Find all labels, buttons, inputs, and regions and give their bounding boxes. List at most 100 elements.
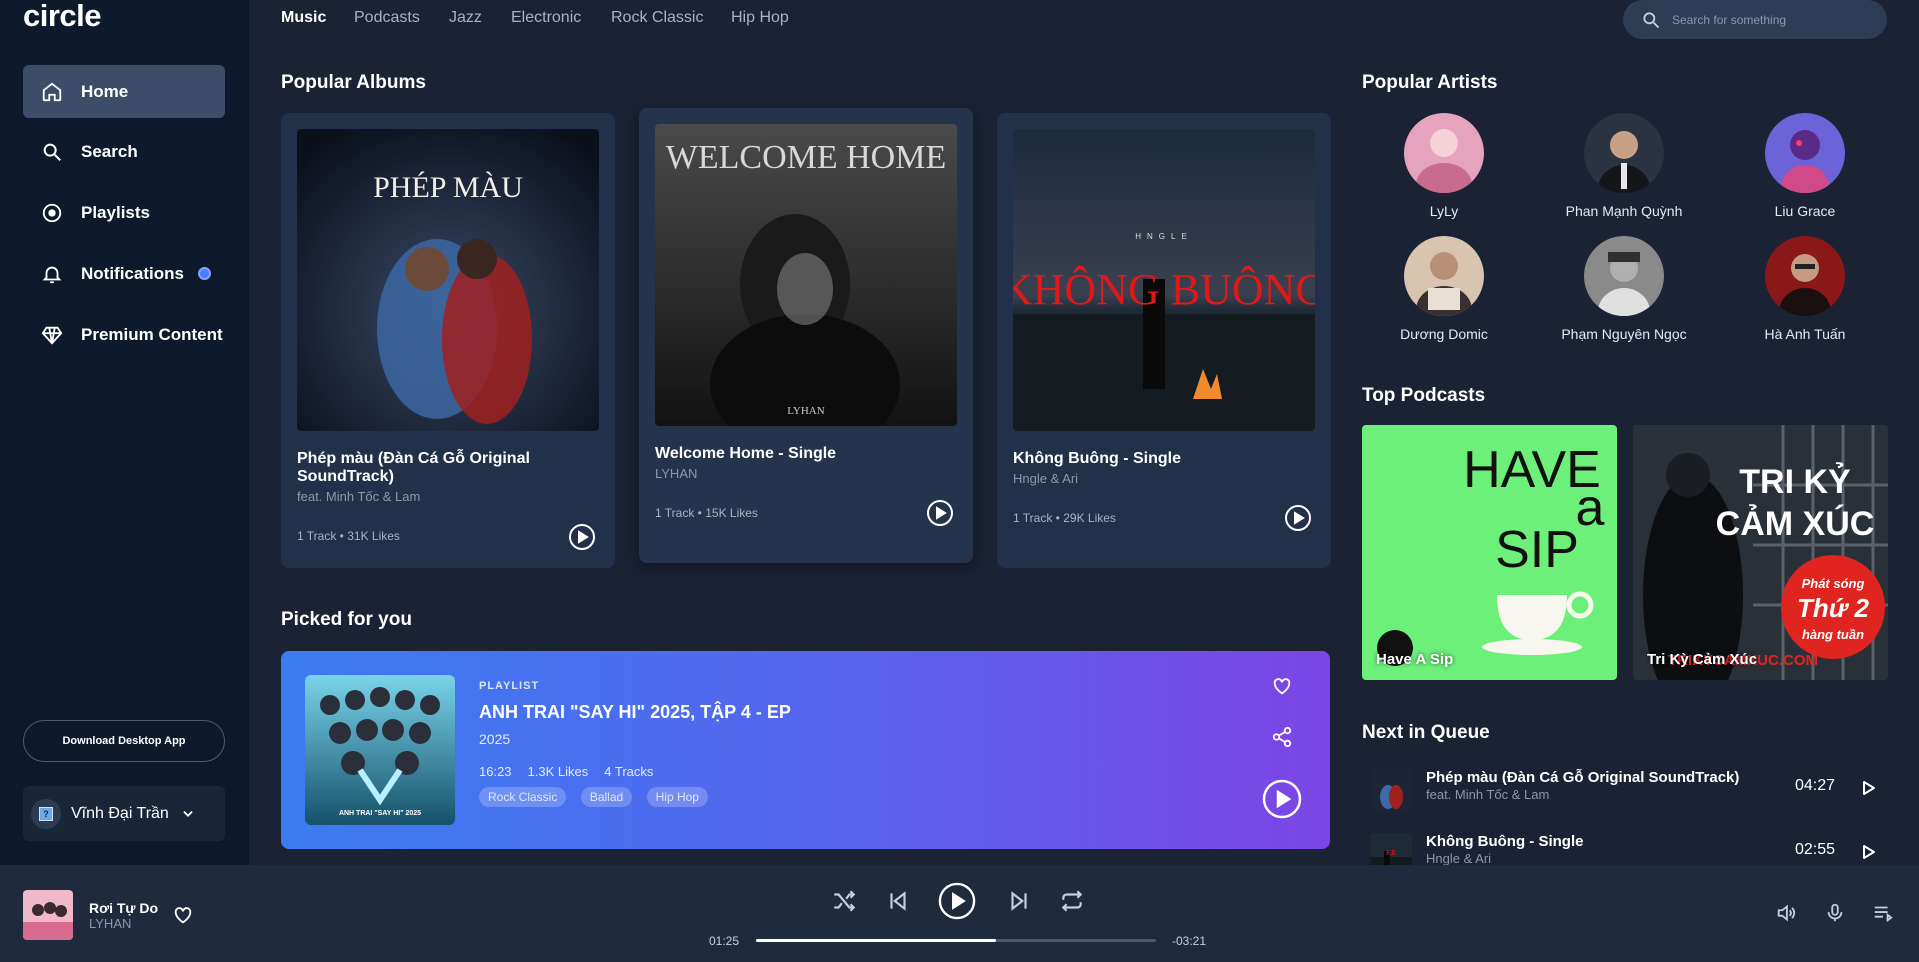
artist-name: Dương Domic [1400, 326, 1488, 342]
queue-title: Không Buông - Single [1426, 833, 1584, 850]
search-icon [43, 143, 61, 161]
app-logo[interactable]: circle [23, 0, 102, 32]
sidebar: circle Home Search Playlists Notificatio… [0, 0, 249, 865]
album-card[interactable]: WELCOME HOME LYHAN Welcome Home - Single… [639, 108, 973, 563]
cover-subtitle: LYHAN [787, 405, 824, 417]
playlist-cover: ANH TRAI "SAY HI" 2025 [305, 675, 455, 825]
artist-item[interactable]: Liu Grace [1715, 113, 1895, 219]
popular-albums-title: Popular Albums [281, 72, 426, 93]
popular-artists-title: Popular Artists [1362, 72, 1498, 93]
album-meta: 1 Track • 31K Likes [297, 529, 400, 543]
top-podcasts-title: Top Podcasts [1362, 385, 1486, 406]
heart-icon[interactable] [172, 904, 194, 926]
artist-name: Hà Anh Tuấn [1764, 326, 1846, 342]
queue-list-icon[interactable] [1872, 902, 1894, 924]
progress-fill [756, 939, 996, 942]
share-icon[interactable] [1271, 726, 1293, 748]
artist-name: LyLy [1429, 203, 1459, 219]
chevron-down-icon [183, 810, 193, 817]
play-icon[interactable] [1860, 780, 1876, 796]
queue-duration: 04:27 [1795, 777, 1836, 794]
cover-title: PHÉP MÀU [373, 171, 523, 204]
artist-name: Phạm Nguyên Ngọc [1561, 326, 1687, 342]
tab-electronic[interactable]: Electronic [511, 9, 581, 27]
cover-title: WELCOME HOME [666, 139, 946, 176]
album-card[interactable]: HNGLE KHÔNG BUÔNG Không Buông - Single H… [997, 113, 1331, 568]
tab-music[interactable]: Music [281, 9, 326, 27]
sidebar-item-search[interactable]: Search [23, 125, 225, 178]
tab-hip-hop[interactable]: Hip Hop [731, 9, 789, 27]
album-cover: PHÉP MÀU [297, 129, 599, 431]
search-icon [1643, 11, 1660, 28]
remaining-time: -03:21 [1172, 934, 1207, 948]
sidebar-item-label: Playlists [81, 202, 150, 222]
sidebar-item-home[interactable]: Home [23, 65, 225, 118]
sidebar-item-playlists[interactable]: Playlists [23, 186, 225, 239]
queue-duration: 02:55 [1795, 841, 1836, 858]
now-playing-cover [23, 890, 73, 940]
cover-title: ANH TRAI "SAY HI" 2025 [339, 810, 421, 817]
volume-icon[interactable] [1775, 902, 1797, 924]
progress-bar[interactable] [756, 939, 1156, 942]
next-icon[interactable] [1006, 888, 1032, 914]
podcast-badge-text: Phát sóng [1802, 576, 1865, 591]
play-icon[interactable] [1284, 504, 1312, 532]
playlist-likes: 1.3K Likes [527, 764, 589, 779]
play-icon[interactable] [926, 499, 954, 527]
podcast-card[interactable]: TRI KỶ CẢM XÚC Phát sóng Thứ 2 hàng tuần… [1633, 425, 1888, 680]
diamond-icon [41, 326, 63, 345]
notification-badge [198, 267, 211, 280]
podcast-card[interactable]: HAVE a SIP Have A Sip [1362, 425, 1617, 680]
now-playing-title[interactable]: Rơi Tự Do [89, 900, 158, 916]
play-icon[interactable] [1860, 844, 1876, 860]
tag-chip[interactable]: Hip Hop [646, 787, 708, 807]
download-app-button[interactable]: Download Desktop App [23, 720, 225, 762]
previous-icon[interactable] [885, 888, 911, 914]
artist-item[interactable]: Hà Anh Tuấn [1715, 236, 1895, 342]
search-input[interactable] [1672, 12, 1872, 27]
play-icon[interactable] [1262, 779, 1302, 819]
queue-item[interactable]: Phép màu (Đàn Cá Gỗ Original SoundTrack)… [1362, 763, 1892, 819]
artist-item[interactable]: Dương Domic [1354, 236, 1534, 342]
album-meta: 1 Track • 29K Likes [1013, 511, 1116, 525]
shuffle-icon[interactable] [831, 888, 857, 914]
sidebar-item-notifications[interactable]: Notifications [23, 247, 225, 300]
artist-avatar [1584, 113, 1664, 193]
search-bar[interactable] [1623, 0, 1887, 39]
cover-title: KHÔNG BUÔNG [1013, 265, 1315, 314]
heart-icon[interactable] [1271, 675, 1293, 697]
artist-item[interactable]: Phan Mạnh Quỳnh [1534, 113, 1714, 219]
album-card[interactable]: PHÉP MÀU Phép màu (Đàn Cá Gỗ Original So… [281, 113, 615, 568]
tab-rock-classic[interactable]: Rock Classic [611, 9, 703, 27]
play-icon[interactable] [568, 523, 596, 551]
album-artist: LYHAN [655, 466, 698, 481]
sidebar-item-label: Search [81, 141, 138, 161]
cover-subtitle: HNGLE [1135, 232, 1193, 241]
tab-jazz[interactable]: Jazz [449, 9, 482, 27]
artist-item[interactable]: Phạm Nguyên Ngọc [1534, 236, 1714, 342]
picked-playlist-card[interactable]: ANH TRAI "SAY HI" 2025 PLAYLIST ANH TRAI… [281, 651, 1330, 849]
user-menu[interactable]: ? Vĩnh Đại Trần [23, 786, 225, 841]
play-pause-button[interactable] [938, 882, 976, 920]
playlist-duration: 16:23 [479, 764, 512, 779]
album-cover: WELCOME HOME LYHAN [655, 124, 957, 426]
playlist-year: 2025 [479, 731, 511, 747]
sidebar-item-premium[interactable]: Premium Content [23, 308, 225, 361]
playlist-icon [42, 203, 62, 222]
microphone-icon[interactable] [1824, 902, 1846, 924]
tag-list: Rock Classic Ballad Hip Hop [479, 787, 718, 807]
artist-item[interactable]: LyLy [1354, 113, 1534, 219]
now-playing-artist[interactable]: LYHAN [89, 916, 131, 931]
album-title: Phép màu (Đàn Cá Gỗ Original SoundTrack) [297, 450, 530, 485]
queue-item[interactable]: KB Không Buông - Single Hngle & Ari 02:5… [1362, 827, 1892, 865]
tab-podcasts[interactable]: Podcasts [354, 9, 420, 27]
artist-avatar [1765, 236, 1845, 316]
player-bar: Rơi Tự Do LYHAN 01:25 -03:21 [0, 865, 1919, 962]
podcast-art-text: SIP [1495, 521, 1579, 579]
queue-artist: Hngle & Ari [1426, 851, 1492, 865]
tag-chip[interactable]: Ballad [580, 787, 633, 807]
artist-name: Phan Mạnh Quỳnh [1565, 203, 1683, 219]
queue-thumbnail [1370, 769, 1412, 811]
tag-chip[interactable]: Rock Classic [479, 787, 567, 807]
repeat-icon[interactable] [1059, 888, 1085, 914]
